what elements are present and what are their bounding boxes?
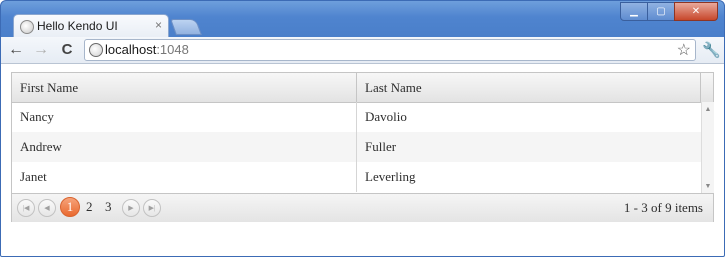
last-page-button[interactable]: ▶| bbox=[143, 199, 161, 217]
url-text: localhost:1048 bbox=[105, 42, 189, 57]
cell-last-name: Fuller bbox=[365, 139, 397, 154]
column-header-last-name[interactable]: Last Name bbox=[357, 73, 701, 102]
window-controls: ▁ ▢ ✕ bbox=[620, 2, 718, 21]
browser-toolbar: ← → C localhost:1048 ☆ 🔧 bbox=[1, 37, 724, 64]
scroll-up-arrow[interactable]: ▲ bbox=[702, 104, 714, 114]
reload-button[interactable]: C bbox=[58, 40, 76, 60]
first-page-button[interactable]: |◀ bbox=[17, 199, 35, 217]
table-row[interactable]: Andrew Fuller bbox=[12, 132, 701, 162]
wrench-menu-icon[interactable]: 🔧 bbox=[702, 41, 721, 59]
bookmark-star-icon[interactable]: ☆ bbox=[677, 40, 691, 60]
cell-last-name: Leverling bbox=[365, 169, 416, 184]
vertical-scrollbar[interactable]: ▲ ▼ bbox=[701, 102, 714, 193]
column-header-first-name[interactable]: First Name bbox=[12, 73, 357, 102]
globe-icon bbox=[20, 20, 34, 34]
page-content: First Name Last Name Nancy Davolio Andre… bbox=[1, 64, 724, 256]
new-tab-button[interactable] bbox=[170, 19, 202, 35]
cell-first-name: Nancy bbox=[12, 102, 357, 132]
page-1-button[interactable]: 1 bbox=[60, 197, 80, 217]
browser-tab[interactable]: Hello Kendo UI × bbox=[13, 14, 169, 38]
back-button[interactable]: ← bbox=[7, 40, 25, 60]
forward-button[interactable]: → bbox=[32, 40, 50, 60]
cell-first-name: Janet bbox=[12, 162, 357, 192]
browser-window: Hello Kendo UI × ▁ ▢ ✕ ← → C localhost:1… bbox=[0, 0, 725, 257]
kendo-grid: First Name Last Name Nancy Davolio Andre… bbox=[11, 72, 714, 222]
minimize-button[interactable]: ▁ bbox=[620, 2, 648, 21]
table-row[interactable]: Nancy Davolio bbox=[12, 102, 701, 132]
maximize-button[interactable]: ▢ bbox=[647, 2, 675, 21]
cell-first-name: Andrew bbox=[12, 132, 357, 162]
scroll-down-arrow[interactable]: ▼ bbox=[702, 181, 714, 191]
page-2-button[interactable]: 2 bbox=[86, 198, 93, 216]
tab-title: Hello Kendo UI bbox=[37, 19, 118, 33]
next-page-button[interactable]: ▶ bbox=[122, 199, 140, 217]
url-port: :1048 bbox=[156, 42, 189, 57]
close-window-button[interactable]: ✕ bbox=[674, 2, 718, 21]
title-bar: Hello Kendo UI × ▁ ▢ ✕ bbox=[1, 1, 724, 38]
grid-header: First Name Last Name bbox=[12, 73, 713, 103]
address-bar[interactable]: localhost:1048 ☆ bbox=[84, 39, 696, 61]
url-host: localhost bbox=[105, 42, 157, 57]
page-info-icon bbox=[89, 43, 103, 57]
table-row[interactable]: Janet Leverling bbox=[12, 162, 701, 193]
close-tab-icon[interactable]: × bbox=[155, 18, 162, 32]
cell-last-name: Davolio bbox=[365, 109, 407, 124]
previous-page-button[interactable]: ◀ bbox=[38, 199, 56, 217]
page-3-button[interactable]: 3 bbox=[105, 198, 112, 216]
grid-pager: |◀ ◀ 1 2 3 ▶ ▶| 1 - 3 of 9 items bbox=[12, 193, 713, 222]
pager-info: 1 - 3 of 9 items bbox=[623, 200, 703, 215]
